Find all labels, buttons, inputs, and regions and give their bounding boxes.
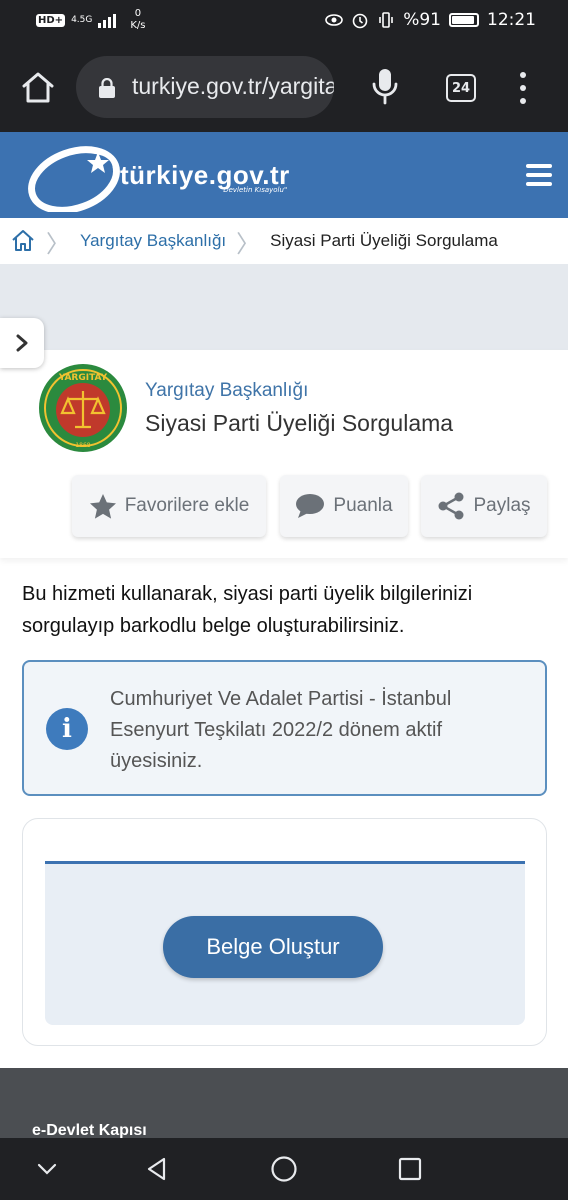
seal-text: YARGITAY — [58, 373, 108, 383]
url-text: turkiye.gov.tr/yargitay — [132, 73, 334, 99]
breadcrumb-current: Siyasi Parti Üyeliği Sorgulama — [270, 231, 498, 250]
browser-home-button[interactable] — [18, 70, 58, 106]
membership-info-alert: i Cumhuriyet Ve Adalet Partisi - İstanbu… — [22, 660, 547, 796]
add-favorite-button[interactable]: Favorilere ekle — [72, 475, 266, 537]
alarm-icon — [351, 11, 369, 29]
voice-search-button[interactable] — [370, 66, 400, 106]
browser-toolbar: turkiye.gov.tr/yargitay 24 — [0, 44, 568, 132]
breadcrumb-home-icon[interactable] — [10, 229, 36, 253]
seal-year: 1868 — [75, 442, 90, 449]
back-triangle-icon — [147, 1157, 166, 1181]
system-navigation-bar — [0, 1138, 568, 1200]
data-speed-value: 0 — [134, 8, 142, 19]
service-description: Bu hizmeti kullanarak, siyasi parti üyel… — [22, 583, 473, 637]
breadcrumb-separator: 〉 — [46, 230, 70, 258]
status-left-group: HD+ 4.5G 0 K/s — [36, 8, 146, 32]
breadcrumb-link-institution[interactable]: Yargıtay Başkanlığı — [80, 231, 226, 251]
nav-home-button[interactable] — [269, 1154, 299, 1184]
signal-icon — [98, 12, 117, 28]
network-type: 4.5G — [71, 14, 93, 25]
battery-percent: %91 — [403, 10, 441, 30]
institution-link[interactable]: Yargıtay Başkanlığı — [145, 380, 308, 402]
side-panel-toggle[interactable] — [0, 318, 44, 368]
clock: 12:21 — [487, 10, 536, 30]
microphone-icon — [372, 69, 398, 105]
battery-icon — [449, 13, 479, 27]
page-banner-band — [0, 264, 568, 350]
tab-switcher-button[interactable]: 24 — [446, 74, 476, 102]
vibrate-icon — [377, 11, 395, 29]
home-icon — [22, 72, 54, 103]
share-icon — [438, 492, 464, 520]
browser-menu-button[interactable] — [515, 72, 531, 104]
nav-recents-button[interactable] — [395, 1154, 425, 1184]
lock-icon — [99, 78, 115, 98]
site-footer: e-Devlet Kapısı — [0, 1068, 568, 1139]
data-speed: 0 K/s — [130, 8, 145, 32]
home-circle-icon — [271, 1156, 297, 1182]
chevron-right-icon — [16, 334, 28, 352]
create-document-button[interactable]: Belge Oluştur — [163, 916, 383, 978]
breadcrumb-separator: 〉 — [236, 230, 261, 258]
chevron-down-icon — [37, 1163, 57, 1175]
data-speed-unit: K/s — [130, 20, 146, 31]
address-bar[interactable]: turkiye.gov.tr/yargitay — [76, 56, 334, 118]
site-logo[interactable]: türkiye.gov.tr "Devletin Kısayolu" — [28, 140, 328, 212]
nav-back-button[interactable] — [142, 1154, 172, 1184]
membership-info-message: Cumhuriyet Ve Adalet Partisi - İstanbul … — [110, 688, 452, 772]
service-header-card: YARGITAY 1868 Yargıtay Başkanlığı Siyasi… — [0, 350, 568, 558]
breadcrumb: 〉 Yargıtay Başkanlığı 〉 Siyasi Parti Üye… — [0, 218, 568, 264]
recents-square-icon — [398, 1157, 422, 1181]
site-header: türkiye.gov.tr "Devletin Kısayolu" — [0, 132, 568, 218]
status-right-group: %91 12:21 — [325, 10, 536, 30]
star-icon — [89, 493, 116, 519]
share-button[interactable]: Paylaş — [421, 475, 547, 537]
speech-bubble-icon — [296, 494, 325, 518]
hd-badge: HD+ — [36, 13, 66, 27]
rate-label: Puanla — [333, 495, 393, 516]
logo-tagline: "Devletin Kısayolu" — [220, 186, 288, 194]
page-title: Siyasi Parti Üyeliği Sorgulama — [145, 410, 454, 436]
share-label: Paylaş — [473, 495, 531, 516]
add-favorite-label: Favorilere ekle — [124, 495, 250, 516]
yargitay-seal-logo: YARGITAY 1868 — [39, 364, 127, 452]
document-form-card: Belge Oluştur — [22, 818, 547, 1046]
rate-button[interactable]: Puanla — [280, 475, 408, 537]
info-icon: i — [46, 708, 88, 750]
site-menu-button[interactable] — [526, 164, 552, 186]
system-status-bar: HD+ 4.5G 0 K/s %91 12:21 — [0, 0, 568, 44]
eye-icon — [325, 11, 344, 29]
nav-collapse-button[interactable] — [32, 1154, 62, 1184]
form-panel: Belge Oluştur — [45, 861, 525, 1025]
